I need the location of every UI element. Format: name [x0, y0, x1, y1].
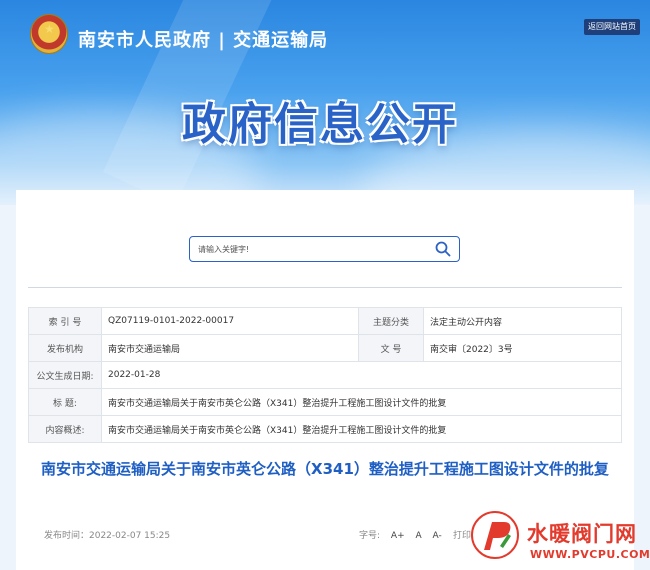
font-size-controls: 字号: A+ A A-	[359, 528, 442, 541]
table-row: 索 引 号 QZ07119-0101-2022-00017 主题分类 法定主动公…	[28, 307, 622, 335]
font-size-label: 字号:	[359, 531, 381, 541]
article-title: 南安市交通运输局关于南安市英仑公路（X341）整治提升工程施工图设计文件的批复	[41, 460, 609, 478]
national-emblem-icon: ★	[30, 14, 68, 54]
index-value: QZ07119-0101-2022-00017	[101, 307, 359, 335]
category-value: 法定主动公开内容	[423, 307, 622, 335]
banner-title: 政府信息公开	[182, 99, 458, 150]
table-row: 发布机构 南安市交通运输局 文 号 南交审〔2022〕3号	[28, 334, 622, 362]
category-label: 主题分类	[358, 307, 424, 335]
summary-label: 内容概述:	[28, 415, 102, 443]
table-row: 公文生成日期: 2022-01-28	[28, 361, 622, 389]
metadata-table: 索 引 号 QZ07119-0101-2022-00017 主题分类 法定主动公…	[28, 307, 622, 443]
search-icon[interactable]	[435, 241, 451, 257]
header-banner: ★ 南安市人民政府 | 交通运输局 返回网站首页 政府信息公开	[0, 0, 650, 205]
watermark-logo-icon	[471, 511, 519, 559]
content-card: 索 引 号 QZ07119-0101-2022-00017 主题分类 法定主动公…	[16, 190, 634, 570]
table-row: 内容概述: 南安市交通运输局关于南安市英仑公路（X341）整治提升工程施工图设计…	[28, 415, 622, 443]
search-input[interactable]	[198, 240, 428, 258]
font-large-button[interactable]: A+	[391, 531, 405, 541]
watermark-text: 水暖阀门网	[527, 522, 637, 546]
summary-value: 南安市交通运输局关于南安市英仑公路（X341）整治提升工程施工图设计文件的批复	[101, 415, 622, 443]
title-value: 南安市交通运输局关于南安市英仑公路（X341）整治提升工程施工图设计文件的批复	[101, 388, 622, 416]
divider	[28, 287, 622, 288]
title-label: 标 题:	[28, 388, 102, 416]
created-label: 公文生成日期:	[28, 361, 102, 389]
font-medium-button[interactable]: A	[416, 531, 422, 541]
search-box	[189, 236, 460, 262]
publisher-value: 南安市交通运输局	[101, 334, 359, 362]
docno-label: 文 号	[358, 334, 424, 362]
docno-value: 南交审〔2022〕3号	[423, 334, 622, 362]
created-value: 2022-01-28	[101, 361, 622, 389]
index-label: 索 引 号	[28, 307, 102, 335]
table-row: 标 题: 南安市交通运输局关于南安市英仑公路（X341）整治提升工程施工图设计文…	[28, 388, 622, 416]
watermark-url: WWW.PVCPU.COM	[530, 548, 650, 561]
print-button[interactable]: 打印	[453, 528, 471, 541]
home-button[interactable]: 返回网站首页	[584, 19, 640, 35]
publisher-label: 发布机构	[28, 334, 102, 362]
publish-time: 发布时间：2022-02-07 15:25	[44, 531, 171, 541]
font-small-button[interactable]: A-	[433, 531, 442, 541]
site-name[interactable]: 南安市人民政府 | 交通运输局	[78, 26, 328, 52]
